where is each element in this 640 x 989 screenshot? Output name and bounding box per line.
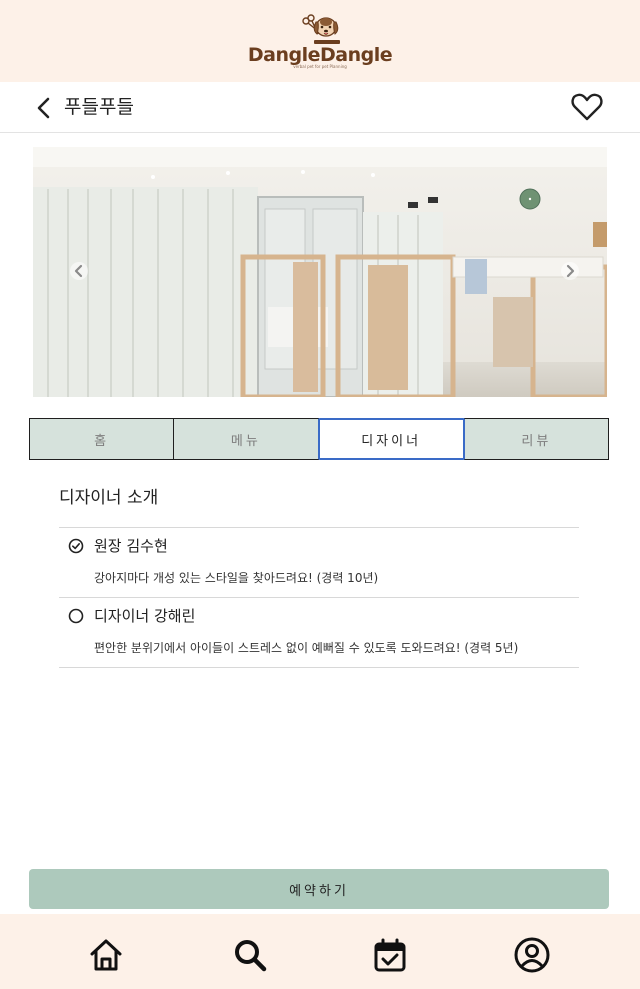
top-header: DangleDangle verbal pet for pet Planning xyxy=(0,0,640,82)
app-root: DangleDangle verbal pet for pet Planning… xyxy=(0,0,640,989)
home-icon xyxy=(90,939,122,971)
reserve-button[interactable]: 예약하기 xyxy=(29,869,609,909)
radio-unchecked-icon[interactable] xyxy=(68,608,84,624)
nav-profile-button[interactable] xyxy=(512,935,552,975)
radio-checked-icon[interactable] xyxy=(68,538,84,554)
nav-reservation-button[interactable] xyxy=(370,935,410,975)
designer-list: 원장 김수현 강아지마다 개성 있는 스타일을 찾아드려요! (경력 10년) … xyxy=(59,527,579,668)
chevron-left-icon xyxy=(37,97,50,119)
image-carousel[interactable] xyxy=(33,147,607,397)
tab-bar: 홈 메뉴 디자이너 리뷰 xyxy=(29,418,609,460)
carousel-next-button[interactable] xyxy=(561,262,579,280)
back-button[interactable] xyxy=(30,94,58,122)
bottom-nav xyxy=(0,914,640,989)
designer-option-kim[interactable]: 원장 김수현 강아지마다 개성 있는 스타일을 찾아드려요! (경력 10년) xyxy=(59,528,579,598)
section-title: 디자이너 소개 xyxy=(59,488,159,508)
nav-search-button[interactable] xyxy=(230,935,270,975)
tab-home[interactable]: 홈 xyxy=(29,418,175,460)
tab-menu[interactable]: 메뉴 xyxy=(173,418,319,460)
tab-review[interactable]: 리뷰 xyxy=(463,418,609,460)
designer-name: 원장 김수현 xyxy=(94,537,168,555)
designer-name: 디자이너 강해린 xyxy=(94,607,196,625)
designer-description: 편안한 분위기에서 아이들이 스트레스 없이 예뻐질 수 있도록 도와드려요! … xyxy=(94,641,519,655)
page-title: 푸들푸들 xyxy=(64,96,134,118)
user-circle-icon xyxy=(514,937,550,973)
favorite-button[interactable] xyxy=(570,91,604,123)
heart-outline-icon xyxy=(571,93,603,121)
carousel-prev-button[interactable] xyxy=(70,262,88,280)
chevron-left-circle-icon xyxy=(74,264,83,278)
designer-description: 강아지마다 개성 있는 스타일을 찾아드려요! (경력 10년) xyxy=(94,571,379,585)
salon-photo xyxy=(33,147,607,397)
nav-home-button[interactable] xyxy=(86,935,126,975)
brand-name: DangleDangle xyxy=(247,44,393,66)
brand-logo[interactable]: DangleDangle verbal pet for pet Planning xyxy=(247,12,393,70)
chevron-right-circle-icon xyxy=(566,264,575,278)
brand-tagline: verbal pet for pet Planning xyxy=(293,64,347,69)
calendar-check-icon xyxy=(374,938,406,972)
search-icon xyxy=(235,940,267,972)
dog-logo-icon xyxy=(302,14,340,44)
nav-bar: 푸들푸들 xyxy=(0,82,640,133)
designer-option-kang[interactable]: 디자이너 강해린 편안한 분위기에서 아이들이 스트레스 없이 예뻐질 수 있도… xyxy=(59,598,579,668)
tab-designer[interactable]: 디자이너 xyxy=(317,418,465,460)
